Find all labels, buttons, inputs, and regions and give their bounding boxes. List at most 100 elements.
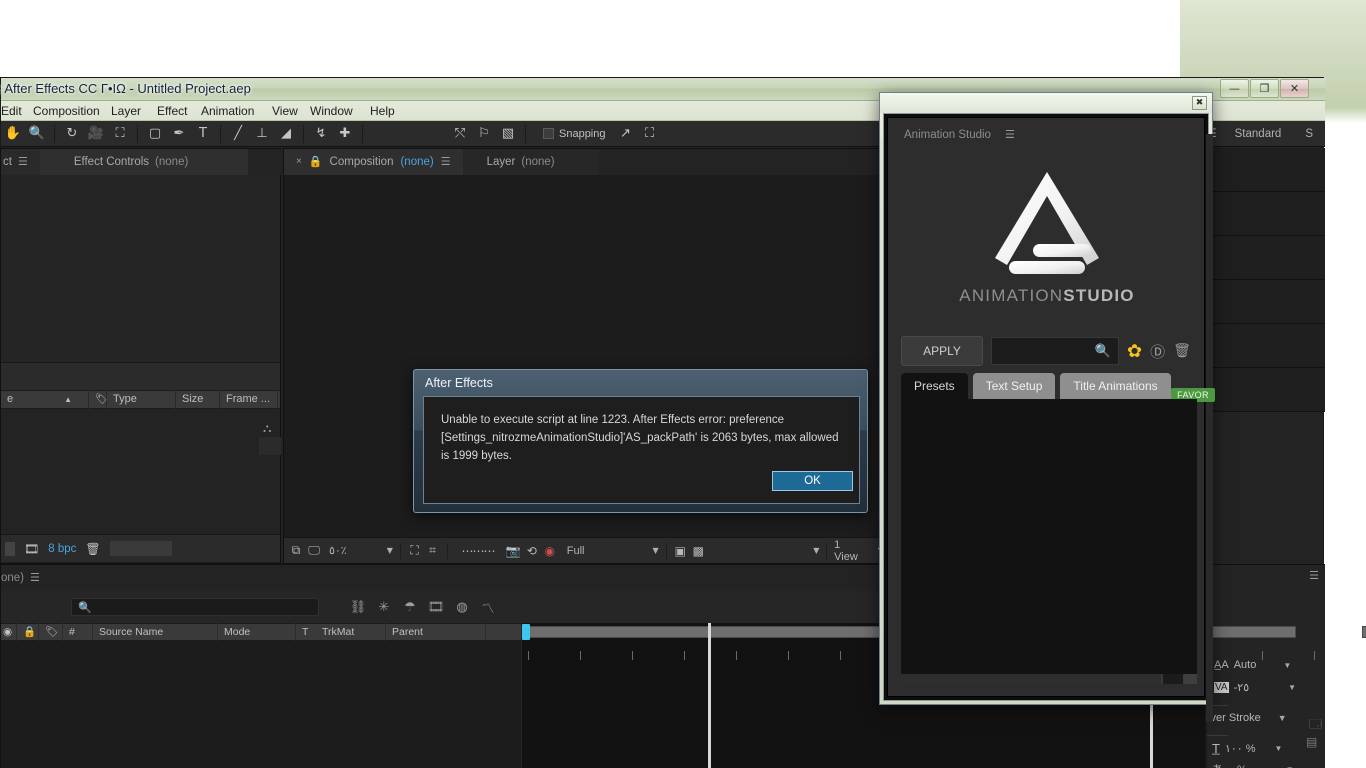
pen-tool[interactable]: ✒ xyxy=(167,122,191,146)
vertical-scale-row[interactable]: T̲ ١٠٠ % ▼ xyxy=(1212,741,1282,756)
timecode-display[interactable]: ⋯⋯⋯ xyxy=(454,542,502,560)
work-area-start-handle[interactable] xyxy=(522,624,530,640)
column-trkmat[interactable]: TrkMat xyxy=(316,623,386,641)
view-count-value[interactable]: 1 View xyxy=(834,539,858,563)
timeline-layer-list[interactable] xyxy=(1,641,521,768)
project-hierarchy-button[interactable] xyxy=(259,437,281,455)
project-panel-menu-icon[interactable]: ☰ xyxy=(18,149,28,175)
transparency-grid-icon[interactable]: ▩ xyxy=(691,542,705,560)
resolution-caret[interactable]: ▼ xyxy=(652,546,658,555)
always-preview-icon[interactable]: ⧉ xyxy=(289,542,303,560)
right-panel-row-6[interactable] xyxy=(1206,368,1325,412)
delete-icon[interactable]: 🗑 xyxy=(1173,343,1191,359)
menu-item-composition[interactable]: Composition xyxy=(27,103,106,119)
vertical-scale-value[interactable]: ١٠٠ % xyxy=(1225,742,1256,755)
scrollbar-button-2[interactable] xyxy=(1184,674,1197,684)
lock-icon[interactable]: 🔒 xyxy=(309,149,323,175)
project-item-list[interactable]: ⛬ xyxy=(1,409,281,534)
render-queue-icon[interactable]: 🗔 xyxy=(1309,715,1322,736)
right-panel-row-5[interactable] xyxy=(1206,324,1325,368)
footer-field[interactable] xyxy=(109,541,172,556)
brush-tool[interactable]: ╱ xyxy=(226,122,250,146)
right-panel-row-3[interactable] xyxy=(1206,236,1325,280)
character-panel-menu-icon[interactable]: ☰ xyxy=(1309,569,1319,582)
puppet-pin-tool[interactable]: ✚ xyxy=(333,122,357,146)
zoom-level-caret[interactable]: ▼ xyxy=(387,546,393,555)
zoom-tool[interactable]: 🔍 xyxy=(25,122,49,146)
workspace-standard[interactable]: Standard xyxy=(1223,121,1294,147)
view-layout-caret[interactable]: ▼ xyxy=(813,546,819,555)
column-source-name[interactable]: Source Name xyxy=(93,623,218,641)
menu-item-window[interactable]: Window xyxy=(304,103,359,119)
snapping-box-icon[interactable]: ⛶ xyxy=(638,122,662,146)
tab-effect-controls[interactable]: Effect Controls (none) xyxy=(39,149,249,175)
column-frame-rate[interactable]: Frame ... xyxy=(220,390,278,409)
tab-presets[interactable]: Presets xyxy=(901,373,968,399)
column-type[interactable]: Type xyxy=(107,390,176,409)
right-panel-row-2[interactable] xyxy=(1206,192,1325,236)
animation-studio-horizontal-scrollbar[interactable] xyxy=(901,674,1197,684)
composition-mini-flowchart-icon[interactable]: ⛓ xyxy=(345,596,371,618)
pan-behind-tool[interactable]: ⛶ xyxy=(108,122,132,146)
menu-item-effect[interactable]: Effect xyxy=(151,103,193,119)
animation-studio-search-input[interactable]: 🔍 xyxy=(991,337,1119,365)
column-mode[interactable]: Mode xyxy=(218,623,296,641)
duplicate-icon[interactable]: Ⓓ xyxy=(1150,341,1165,362)
scrollbar-thumb[interactable] xyxy=(901,674,1161,684)
menu-item-view[interactable]: View xyxy=(266,103,304,119)
bit-depth-label[interactable]: 8 bpc xyxy=(48,543,76,555)
workspace-small-screen[interactable]: S xyxy=(1293,121,1325,147)
clone-stamp-tool[interactable]: ⊥ xyxy=(250,122,274,146)
vertical-scale-caret[interactable]: ▼ xyxy=(1275,744,1283,753)
tab-composition[interactable]: × 🔒 Composition (none) ☰ xyxy=(284,149,463,175)
baseline-shift-caret[interactable]: ▼ xyxy=(1286,765,1294,768)
column-layer-number[interactable]: # xyxy=(63,623,93,641)
column-t[interactable]: T xyxy=(296,623,316,641)
tab-close-icon[interactable]: × xyxy=(296,149,302,175)
right-panel-row-4[interactable] xyxy=(1206,280,1325,324)
column-size[interactable]: Size xyxy=(176,390,220,409)
hand-tool[interactable]: ✋ xyxy=(1,122,25,146)
tracking-value[interactable]: -٢٥ xyxy=(1234,681,1250,694)
hide-shy-layers-icon[interactable]: ☂ xyxy=(397,596,423,618)
region-toggle-icon[interactable]: ▣ xyxy=(673,542,687,560)
type-tool[interactable]: T xyxy=(191,122,215,146)
show-snapshot-icon[interactable]: ⟲ xyxy=(525,542,539,560)
tab-text-setup[interactable]: Text Setup xyxy=(972,373,1056,399)
column-video-icon[interactable]: ◉ xyxy=(1,623,17,641)
mask-tool[interactable]: ▧ xyxy=(496,122,520,146)
composition-panel-menu-icon[interactable]: ☰ xyxy=(441,149,451,175)
take-snapshot-icon[interactable]: 📷 xyxy=(506,542,521,560)
effects-presets-icon[interactable]: ▤ xyxy=(1306,735,1317,749)
align-tool[interactable]: ⚐ xyxy=(472,122,496,146)
tab-timeline[interactable]: one) ☰ xyxy=(1,565,52,591)
time-indicator-left[interactable] xyxy=(708,623,711,768)
apply-button[interactable]: APPLY xyxy=(901,336,983,366)
baseline-shift-value[interactable]: ٠ % xyxy=(1228,763,1247,768)
resolution-value[interactable]: Full xyxy=(567,545,585,557)
baseline-shift-row[interactable]: あ ٠ % ▼ xyxy=(1212,761,1294,768)
timeline-search-input[interactable]: 🔍 xyxy=(71,598,319,616)
leading-value[interactable]: Auto xyxy=(1234,659,1257,671)
maximize-button[interactable]: ❐ xyxy=(1250,79,1279,98)
animation-studio-preset-list[interactable] xyxy=(901,399,1197,674)
rotation-tool[interactable]: ↻ xyxy=(60,122,84,146)
minimize-button[interactable]: — xyxy=(1220,79,1249,98)
leading-row[interactable]: A̲A Auto ▼ xyxy=(1214,659,1291,671)
scrollbar-button-1[interactable] xyxy=(1163,674,1183,684)
graph-editor-icon[interactable]: 〽 xyxy=(475,596,501,618)
leading-caret[interactable]: ▼ xyxy=(1283,661,1291,670)
tab-title-animations[interactable]: Title Animations xyxy=(1060,373,1171,399)
close-button[interactable]: ✕ xyxy=(1280,79,1309,98)
animation-studio-close-button[interactable]: ✖ xyxy=(1192,96,1207,110)
snapping-checkbox[interactable] xyxy=(543,128,554,139)
main-viewer-icon[interactable]: 🖵 xyxy=(307,542,321,560)
timeline-panel-menu-icon[interactable]: ☰ xyxy=(30,565,40,591)
motion-blur-icon[interactable]: ◍ xyxy=(449,596,475,618)
camera-tool[interactable]: 🎥 xyxy=(84,122,108,146)
roto-brush-tool[interactable]: ↯ xyxy=(309,122,333,146)
right-panel-row-1[interactable] xyxy=(1206,148,1325,192)
animation-studio-panel-menu-icon[interactable]: ☰ xyxy=(1005,128,1015,141)
tab-project[interactable]: ct ☰ xyxy=(1,149,40,175)
menu-item-help[interactable]: Help xyxy=(364,103,401,119)
